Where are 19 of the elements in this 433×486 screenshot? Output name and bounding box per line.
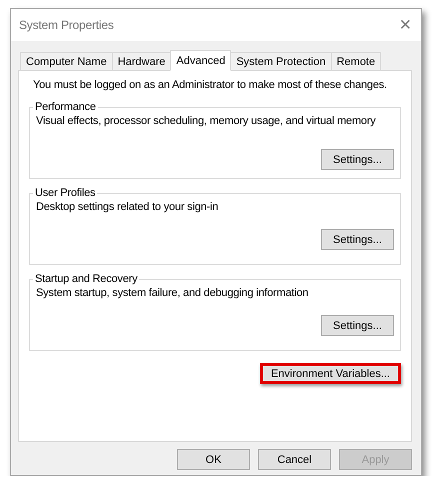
group-title: Performance [34,101,97,113]
dialog-button[interactable]: OK [177,449,250,470]
close-button[interactable]: × [400,15,411,35]
tab[interactable]: System Protection [230,52,332,70]
settings-button[interactable]: Settings... [321,315,394,336]
group-title: User Profiles [34,187,96,199]
settings-button[interactable]: Settings... [321,149,394,170]
group-description: Visual effects, processor scheduling, memory usage, and virtual memory [36,115,376,127]
group-title: Startup and Recovery [34,273,138,285]
settings-button[interactable]: Settings... [321,229,394,250]
window-title: System Properties [19,18,114,32]
notice-text: You must be logged on as an Administrator to make most of these changes. [33,79,388,91]
group-description: Desktop settings related to your sign-in [36,201,218,213]
tab[interactable]: Computer Name [20,52,113,70]
tab[interactable]: Advanced [170,50,232,71]
tab[interactable]: Remote [330,52,382,70]
environment-variables-button[interactable]: Environment Variables... [260,363,401,384]
group-description: System startup, system failure, and debugging information [36,287,308,299]
dialog-button[interactable]: Cancel [258,449,331,470]
